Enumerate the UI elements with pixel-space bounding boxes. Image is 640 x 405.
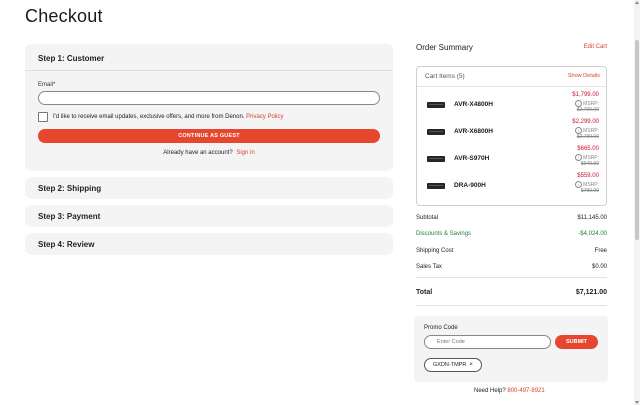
step-customer-panel: Step 1: Customer Email* I'd like to rece… [25,44,393,171]
item-msrp-label: i MSRP: [575,100,599,107]
product-image [427,156,445,162]
item-msrp-label: i MSRP: [575,181,599,188]
cart-items-box: Cart Items (5) Show Details AVR-X4800H $… [416,66,607,206]
email-label: Email* [38,82,56,88]
order-summary-title: Order Summary [416,43,473,52]
item-name: AVR-S970H [454,155,490,162]
optin-checkbox[interactable] [38,112,48,122]
discounts-value: -$4,024.00 [578,231,607,237]
shipping-label: Shipping Cost [416,248,454,254]
item-name: DRA-900H [454,182,486,189]
item-price: $1,799.00 [572,92,599,98]
help-phone-link[interactable]: 800-497-8921 [507,388,544,394]
item-msrp-label: i MSRP: [575,127,599,134]
item-msrp-value: $799.00 [580,188,599,194]
shipping-value: Free [594,248,607,254]
step-shipping-heading: Step 2: Shipping [38,184,102,193]
sign-in-link[interactable]: Sign in [236,150,254,156]
info-icon[interactable]: i [575,154,583,161]
item-price: $2,299.00 [572,119,599,125]
optin-label: I'd like to receive email updates, exclu… [53,114,283,120]
product-image [427,102,445,108]
info-icon[interactable]: i [575,127,583,134]
account-prompt: Already have an account? [163,150,233,156]
close-icon[interactable]: × [469,362,473,368]
divider [417,86,606,87]
discounts-label: Discounts & Savings [416,231,472,237]
divider [25,70,393,71]
optin-text: I'd like to receive email updates, exclu… [53,114,245,120]
cart-item: AVR-X4800H $1,799.00 i MSRP: $2,799.00 [417,92,606,119]
step-shipping-panel[interactable]: Step 2: Shipping [25,177,393,199]
step-review-heading: Step 4: Review [38,240,95,249]
tax-value: $0.00 [591,264,607,270]
show-details-link[interactable]: Show Details [568,73,600,79]
subtotal-value: $11,145.00 [577,215,607,221]
promo-code-label: Promo Code [424,325,458,331]
privacy-policy-link[interactable]: Privacy Policy [246,114,283,120]
applied-promo-code: GXDN-TMPR [433,362,467,368]
promo-code-input[interactable] [424,335,551,349]
step-payment-panel[interactable]: Step 3: Payment [25,205,393,227]
tax-label: Sales Tax [416,264,442,270]
step-customer-heading: Step 1: Customer [38,54,105,63]
item-msrp-label: i MSRP: [575,154,599,161]
scroll-down-icon[interactable] [635,401,639,404]
subtotal-label: Subtotal [416,215,439,221]
scroll-up-icon[interactable] [635,1,639,4]
item-name: AVR-X6800H [454,128,493,135]
page-title: Checkout [25,6,103,26]
help-line: Need Help? 800-497-8921 [474,388,545,394]
total-value: $7,121.00 [575,289,607,296]
edit-cart-link[interactable]: Edit Cart [584,44,607,50]
promo-panel: Promo Code SUBMIT GXDN-TMPR× [414,316,608,382]
promo-submit-button[interactable]: SUBMIT [555,335,598,349]
cart-item: AVR-X6800H $2,299.00 i MSRP: $3,799.00 [417,119,606,146]
info-icon[interactable]: i [575,100,583,107]
item-price: $665.00 [577,146,599,152]
step-review-panel[interactable]: Step 4: Review [25,233,393,255]
step-payment-heading: Step 3: Payment [38,212,101,221]
product-image [427,129,445,135]
product-image [427,183,445,189]
email-field[interactable] [38,91,380,105]
divider [416,277,607,278]
divider [416,305,607,306]
continue-as-guest-button[interactable]: CONTINUE AS GUEST [38,129,380,143]
signin-row: Already have an account? Sign in [25,150,393,156]
item-msrp-value: $2,799.00 [576,107,599,113]
applied-promo-chip: GXDN-TMPR × [424,358,482,372]
item-msrp-value: $949.00 [580,161,599,167]
cart-item: AVR-S970H $665.00 i MSRP: $949.00 [417,146,606,173]
scrollbar-thumb[interactable] [635,40,639,240]
info-icon[interactable]: i [575,181,583,188]
item-price: $559.00 [577,173,599,179]
cart-item: DRA-900H $559.00 i MSRP: $799.00 [417,173,606,200]
item-msrp-value: $3,799.00 [576,134,599,140]
item-name: AVR-X4800H [454,101,493,108]
cart-items-heading: Cart Items (5) [425,73,465,80]
total-label: Total [416,289,433,296]
scrollbar[interactable] [634,0,640,405]
help-text: Need Help? [474,388,506,394]
